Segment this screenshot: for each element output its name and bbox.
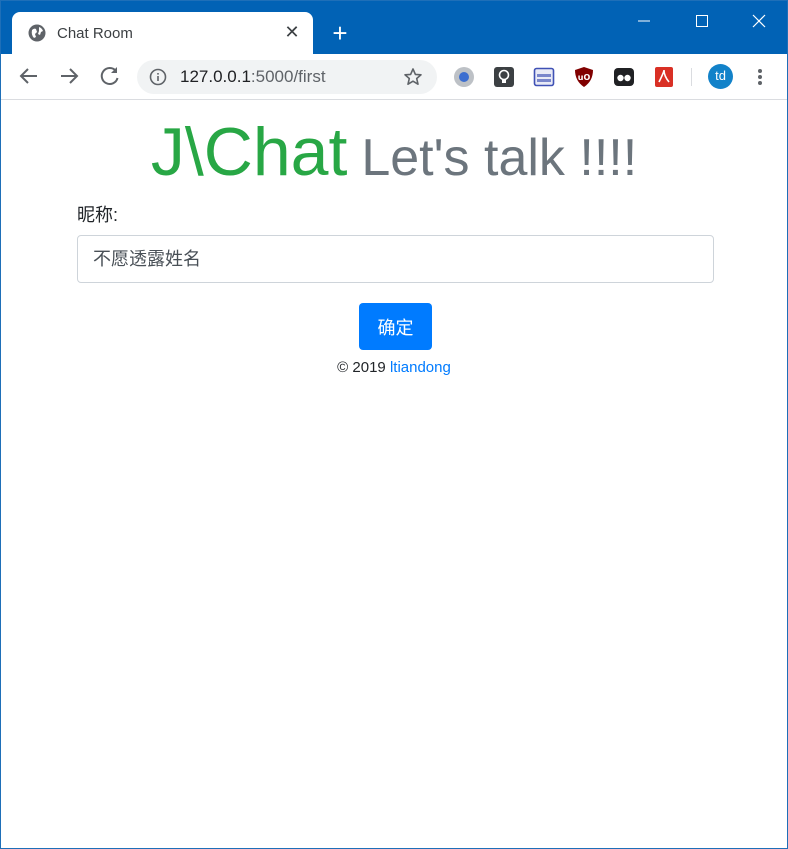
tab-chat-room[interactable]: Chat Room ✕ [12,12,313,54]
tab-title: Chat Room [57,25,133,42]
footer: © 2019 ltiandong [1,359,787,376]
close-icon[interactable] [731,1,788,41]
ublock-extension-icon[interactable]: uO [573,66,595,88]
pdf-extension-icon[interactable] [653,66,675,88]
back-arrow-icon[interactable] [15,62,43,90]
window-extension-icon[interactable] [533,66,555,88]
profile-avatar[interactable]: td [708,64,733,89]
more-vert-icon[interactable] [750,66,770,88]
page-heading: J\Chat Let's talk !!!! [1,113,787,191]
url-text[interactable]: 127.0.0.1:5000/first [180,67,326,87]
browser-toolbar: 127.0.0.1:5000/first uO td [1,54,787,100]
eyes-extension-icon[interactable] [613,66,635,88]
bookmark-star-icon[interactable] [403,67,423,87]
globe-icon [28,24,46,42]
browser-window: Chat Room ✕ + 127.0.0.1:5000/first uO td… [0,0,788,849]
page-content: J\ChatLet's talk !!!! 昵称: 确定 © 2019 ltia… [1,101,787,848]
url-host: 127.0.0.1 [180,67,251,86]
lightbulb-extension-icon[interactable] [493,66,515,88]
confirm-button[interactable]: 确定 [359,303,432,350]
reload-icon[interactable] [96,62,124,90]
svg-text:uO: uO [578,73,591,82]
toolbar-divider [691,68,692,86]
record-extension-icon[interactable] [453,66,475,88]
minimize-icon[interactable] [615,1,673,41]
tagline: Let's talk !!!! [361,129,638,187]
nickname-input[interactable] [77,235,714,283]
info-icon[interactable] [149,68,167,86]
tab-close-icon[interactable]: ✕ [282,21,302,43]
footer-copyright: © 2019 [337,359,386,376]
forward-arrow-icon[interactable] [55,62,83,90]
maximize-icon[interactable] [673,1,731,41]
address-bar[interactable]: 127.0.0.1:5000/first [137,60,437,94]
footer-author-link[interactable]: ltiandong [390,359,451,376]
plus-icon[interactable]: + [327,20,353,47]
brand-title: J\Chat [150,114,348,190]
url-path: :5000/first [250,67,326,86]
nickname-label: 昵称: [77,205,119,225]
title-bar: Chat Room ✕ + [1,1,787,54]
